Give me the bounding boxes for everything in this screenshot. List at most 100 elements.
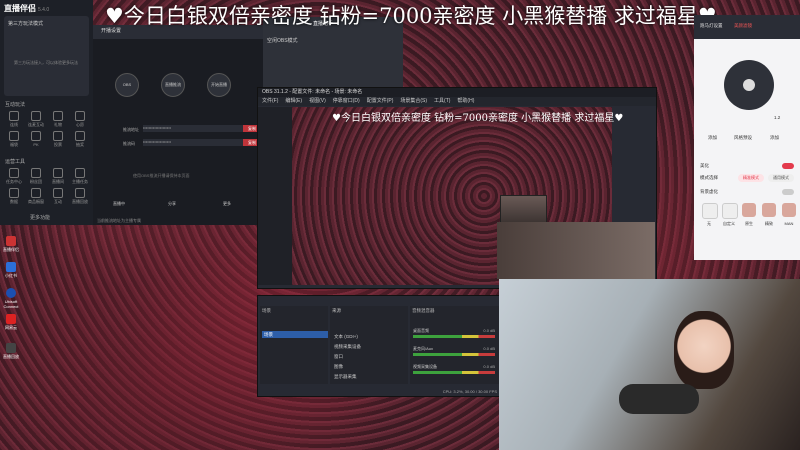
app-item[interactable]: 直播间 (48, 167, 68, 185)
panel-hint: 第三方玩法接入，可以体验更多玩法 (14, 60, 78, 65)
mixer-channel[interactable]: 桌面音频 0.0 dB (413, 328, 495, 338)
tool-item[interactable]: 连线 (4, 110, 24, 128)
more-link[interactable]: 更多功能 (30, 214, 50, 221)
menu-tools[interactable]: 工具(T) (434, 97, 450, 106)
mixer-channel[interactable]: 麦克风/Aux 0.0 dB (413, 346, 495, 356)
step-1: OBS (115, 73, 139, 97)
apps-grid: 任务中心 粉丝团 直播间 主播任务 数据 商品橱窗 互动 直播回放 (4, 167, 90, 205)
mixer-title: 音频混音器 (412, 308, 435, 313)
menu-file[interactable]: 文件(F) (262, 97, 278, 106)
beauty-toggle[interactable] (782, 163, 794, 169)
app-item[interactable]: 数据 (4, 187, 24, 205)
stream-url-field[interactable]: •••••••••••••••••••• (143, 125, 248, 132)
bg-blur-label: 背景虚化 (700, 189, 718, 194)
face-custom[interactable] (722, 203, 738, 219)
menu-profile[interactable]: 配置文件(P) (367, 97, 394, 106)
menu-scene-collection[interactable]: 场景集合(S) (400, 97, 427, 106)
step-3: 开始直播 (207, 73, 231, 97)
source-item[interactable]: 文本 (GDI+) (334, 334, 358, 340)
app-item[interactable]: 商品橱窗 (26, 187, 46, 205)
menu-view[interactable]: 视图(V) (309, 97, 326, 106)
menu-help[interactable]: 帮助(H) (457, 97, 474, 106)
tools-grid: 连线 连麦互动 礼物 心愿 福袋 PK 投票 抽奖 (4, 110, 90, 148)
preview-marquee: ♥今日白银双倍亲密度 钻粉=7000亲密度 小黑猴替播 求过福星♥ (332, 113, 624, 124)
tool-item[interactable]: PK (26, 130, 46, 148)
app-item[interactable]: 互动 (48, 187, 68, 205)
app-item[interactable]: 直播回放 (70, 187, 90, 205)
face-native[interactable] (742, 203, 756, 217)
bg-blur-toggle[interactable] (782, 189, 794, 195)
app-item[interactable]: 任务中心 (4, 167, 24, 185)
desktop-icon-app1[interactable]: 直播伴侣 (3, 236, 19, 253)
stream-key-field[interactable]: •••••••••••••••••••• (143, 139, 248, 146)
beauty-panel: 跑马灯设置 美颜滤镜 1.2 添加 风格预设 添加 美化 模式选择 精准模式 通… (694, 15, 800, 260)
mixer-channel[interactable]: 视频采集设备 0.0 dB (413, 364, 495, 374)
obs-left-dock (258, 107, 292, 285)
marquee-text: ♥今日白银双倍亲密度 钻粉=7000亲密度 小黑猴替播 求过福星♥ (105, 4, 717, 28)
source-item[interactable]: 显示器采集 (334, 374, 357, 380)
mode-label: 模式选择 (700, 175, 718, 180)
webcam-feed (499, 279, 800, 450)
menu-edit[interactable]: 编辑(E) (285, 97, 302, 106)
scene-item[interactable]: 场景 (262, 331, 328, 338)
desktop-icon-ubisoft[interactable]: Ubisoft Connect (3, 288, 19, 309)
camera-thumbnail-small (500, 195, 547, 225)
tool-item[interactable]: 投票 (48, 130, 68, 148)
beauty-header: 跑马灯设置 美颜滤镜 (694, 15, 800, 39)
source-item[interactable]: 视频采集设备 (334, 344, 361, 350)
app-icon (6, 236, 16, 246)
value-readout: 1.2 (774, 115, 781, 120)
face-refined[interactable] (762, 203, 776, 217)
tool-item[interactable]: 礼物 (48, 110, 68, 128)
tool-item[interactable]: 福袋 (4, 130, 24, 148)
app-icon (6, 262, 16, 272)
share-button[interactable]: 分享 (168, 201, 176, 207)
sources-title: 来源 (332, 308, 341, 313)
mode-select[interactable]: 空闲OBS模式 (267, 37, 298, 44)
tool-item[interactable]: 抽奖 (70, 130, 90, 148)
section-tools-label: 互动玩法 (5, 102, 26, 108)
step-2: 直播推流 (161, 73, 185, 97)
face-man[interactable] (782, 203, 796, 217)
obs-status: CPU: 3.2%, 30.00 / 30.00 FPS (442, 389, 497, 394)
third-party-panel: 第三方玩法模式 第三方玩法接入，可以体验更多玩法 (4, 16, 89, 96)
add-button-2[interactable]: 添加 (770, 135, 779, 141)
joystick-knob[interactable] (743, 79, 755, 91)
live-status: 直播中 (113, 201, 125, 206)
url-label: 推流地址 (123, 127, 139, 132)
more-button[interactable]: 更多 (223, 201, 231, 207)
app-icon (6, 314, 16, 324)
live-companion-app: 直播伴侣 5.4.0 第三方玩法模式 第三方玩法接入，可以体验更多玩法 互动玩法 … (0, 0, 93, 225)
mode-precise[interactable]: 精准模式 (738, 174, 764, 182)
ubisoft-icon (6, 288, 16, 298)
menu-docks[interactable]: 停靠窗口(D) (333, 97, 360, 106)
camera-preview-mid (497, 222, 655, 279)
preset-select[interactable]: 风格预设 (734, 135, 752, 141)
app-logo: 直播伴侣 5.4.0 (4, 4, 50, 13)
sources-dock: 来源 文本 (GDI+) 视频采集设备 窗口 图像 显示器采集 (330, 306, 408, 384)
app-item[interactable]: 粉丝团 (26, 167, 46, 185)
obs-titlebar: OBS 31.1.2 - 配置文件: 未命名 - 场景: 未命名 (258, 88, 656, 97)
audio-mixer-dock: 音频混音器 桌面音频 0.0 dB 麦克风/Aux 0.0 dB 视频采集设备 0.0… (410, 306, 499, 384)
stream-note: 使用OBS推流开播请保持本页面 (133, 173, 190, 178)
scenes-dock: 场景 场景 (260, 306, 328, 384)
face-none[interactable] (702, 203, 718, 219)
source-item[interactable]: 窗口 (334, 354, 343, 360)
app-item[interactable]: 主播任务 (70, 167, 90, 185)
tool-item[interactable]: 心愿 (70, 110, 90, 128)
desktop-icon-app4[interactable]: 网易云 (3, 314, 19, 331)
bottom-note: 当前推流地址为主播专属 (97, 218, 141, 223)
desktop-icon-app2[interactable]: 小红书 (3, 262, 19, 279)
key-label: 推流码 (123, 141, 135, 146)
mode-general[interactable]: 通用模式 (768, 174, 794, 182)
beauty-section: 美化 (700, 163, 709, 168)
panel-title: 第三方玩法模式 (8, 21, 44, 27)
microphone (619, 384, 699, 414)
source-item[interactable]: 图像 (334, 364, 343, 370)
app-icon (6, 343, 16, 353)
tool-item[interactable]: 连麦互动 (26, 110, 46, 128)
add-button[interactable]: 添加 (708, 135, 717, 141)
direction-joystick[interactable] (724, 60, 774, 110)
streamer-face (674, 311, 734, 389)
desktop-icon-app5[interactable]: 直播回放 (3, 343, 19, 360)
